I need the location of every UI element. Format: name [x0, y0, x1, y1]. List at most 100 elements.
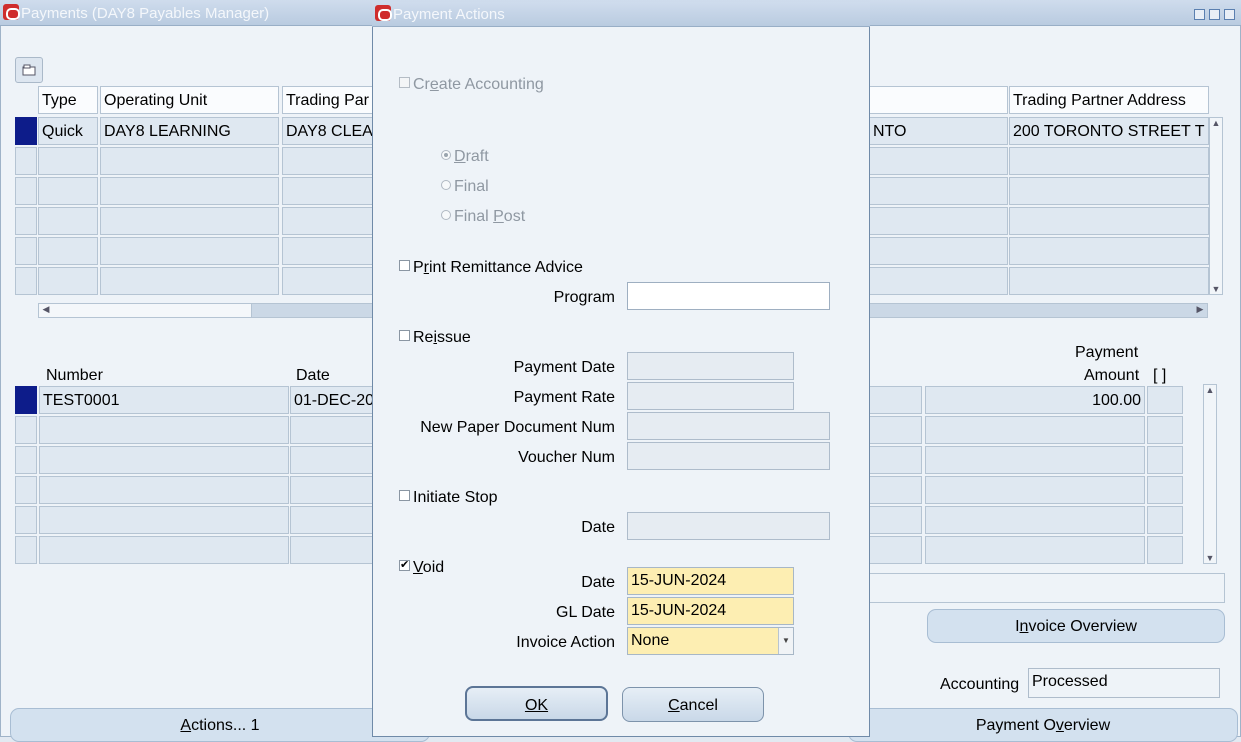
table-cell[interactable]: [282, 267, 373, 295]
row-indicator[interactable]: [15, 506, 37, 534]
table-cell[interactable]: [282, 147, 373, 175]
table-cell[interactable]: [869, 267, 1008, 295]
table-cell[interactable]: [869, 446, 922, 474]
table-cell[interactable]: [925, 416, 1145, 444]
table-cell[interactable]: [282, 237, 373, 265]
top-table-vertical-scrollbar[interactable]: ▲ ▼: [1209, 117, 1223, 295]
table-cell[interactable]: [100, 237, 279, 265]
void-checkbox[interactable]: [399, 558, 410, 571]
table-cell[interactable]: [925, 536, 1145, 564]
minimize-icon[interactable]: [1194, 9, 1205, 20]
table-cell[interactable]: [1147, 386, 1183, 414]
table-cell[interactable]: [282, 207, 373, 235]
table-cell[interactable]: [38, 237, 98, 265]
table-cell[interactable]: [38, 267, 98, 295]
initiate-stop-checkbox[interactable]: [399, 490, 410, 501]
table-cell[interactable]: [38, 147, 98, 175]
row-indicator[interactable]: [15, 476, 37, 504]
folder-tools-button[interactable]: [15, 57, 43, 83]
table-cell[interactable]: [100, 267, 279, 295]
row-indicator[interactable]: [15, 177, 37, 205]
table-cell[interactable]: [925, 506, 1145, 534]
payment-rate-field[interactable]: [627, 382, 794, 410]
close-icon[interactable]: [1224, 9, 1235, 20]
row-indicator[interactable]: [15, 147, 37, 175]
table-cell[interactable]: [39, 536, 289, 564]
row-indicator-current[interactable]: [15, 117, 37, 145]
row-indicator[interactable]: [15, 237, 37, 265]
table-cell[interactable]: [1147, 476, 1183, 504]
cell-trading-partner-address[interactable]: 200 TORONTO STREET T: [1009, 117, 1209, 145]
table-cell[interactable]: [290, 476, 373, 504]
create-accounting-checkbox[interactable]: [399, 77, 410, 88]
col-header-descriptive-flex[interactable]: [ ]: [1153, 367, 1166, 385]
invoice-overview-button[interactable]: Invoice Overview: [927, 609, 1225, 643]
table-cell[interactable]: [290, 506, 373, 534]
table-cell[interactable]: [100, 207, 279, 235]
bottom-table-vertical-scrollbar[interactable]: ▲ ▼: [1203, 384, 1217, 564]
cell-partner-site[interactable]: NTO: [869, 117, 1008, 145]
accounting-status-field[interactable]: Processed: [1028, 668, 1220, 698]
scroll-up-arrow-icon[interactable]: ▲: [1210, 118, 1222, 128]
table-cell[interactable]: [100, 177, 279, 205]
table-cell[interactable]: [869, 207, 1008, 235]
table-cell[interactable]: [290, 536, 373, 564]
table-cell[interactable]: [869, 536, 922, 564]
scroll-thumb[interactable]: [39, 304, 252, 317]
table-cell[interactable]: [869, 506, 922, 534]
table-cell[interactable]: [1009, 237, 1209, 265]
table-cell[interactable]: [869, 416, 922, 444]
row-indicator[interactable]: [15, 267, 37, 295]
scroll-left-arrow-icon[interactable]: ◀: [40, 304, 52, 315]
row-indicator[interactable]: [15, 207, 37, 235]
final-post-radio[interactable]: [441, 210, 451, 220]
table-cell[interactable]: [1147, 536, 1183, 564]
row-indicator[interactable]: [15, 416, 37, 444]
table-cell[interactable]: [1009, 207, 1209, 235]
table-cell[interactable]: [39, 476, 289, 504]
description-field[interactable]: [869, 573, 1225, 603]
table-cell[interactable]: [925, 446, 1145, 474]
table-cell[interactable]: [282, 177, 373, 205]
reissue-checkbox[interactable]: [399, 330, 410, 341]
voucher-num-field[interactable]: [627, 442, 830, 470]
table-cell[interactable]: [1147, 446, 1183, 474]
maximize-icon[interactable]: [1209, 9, 1220, 20]
table-cell[interactable]: [1009, 147, 1209, 175]
table-cell[interactable]: [1147, 416, 1183, 444]
print-remittance-checkbox[interactable]: [399, 260, 410, 271]
stop-date-field[interactable]: [627, 512, 830, 540]
scroll-up-arrow-icon[interactable]: ▲: [1204, 385, 1216, 395]
program-input[interactable]: [627, 282, 830, 310]
cell-operating-unit[interactable]: DAY8 LEARNING: [100, 117, 279, 145]
new-paper-doc-field[interactable]: [627, 412, 830, 440]
table-cell[interactable]: [869, 177, 1008, 205]
scroll-down-arrow-icon[interactable]: ▼: [1210, 284, 1222, 294]
scroll-right-arrow-icon[interactable]: ▶: [1194, 304, 1206, 315]
table-cell[interactable]: [1147, 506, 1183, 534]
table-cell[interactable]: [39, 506, 289, 534]
cell-trading-partner[interactable]: DAY8 CLEA: [282, 117, 373, 145]
table-cell[interactable]: [869, 386, 922, 414]
draft-radio[interactable]: [441, 150, 451, 160]
table-cell[interactable]: [39, 416, 289, 444]
table-cell[interactable]: [100, 147, 279, 175]
gl-date-field[interactable]: 15-JUN-2024: [627, 597, 794, 625]
cell-payment-amount[interactable]: 100.00: [925, 386, 1145, 414]
table-cell[interactable]: [869, 237, 1008, 265]
scroll-down-arrow-icon[interactable]: ▼: [1204, 553, 1216, 563]
cell-payment-number[interactable]: TEST0001: [39, 386, 289, 414]
cell-type[interactable]: Quick: [38, 117, 98, 145]
table-cell[interactable]: [925, 476, 1145, 504]
payment-date-field[interactable]: [627, 352, 794, 380]
table-cell[interactable]: [39, 446, 289, 474]
table-cell[interactable]: [869, 147, 1008, 175]
table-cell[interactable]: [290, 446, 373, 474]
table-cell[interactable]: [1009, 267, 1209, 295]
table-cell[interactable]: [290, 416, 373, 444]
dropdown-arrow-icon[interactable]: ▼: [778, 628, 793, 654]
row-indicator[interactable]: [15, 536, 37, 564]
table-cell[interactable]: [38, 207, 98, 235]
cell-payment-date[interactable]: 01-DEC-20: [290, 386, 373, 414]
table-cell[interactable]: [869, 476, 922, 504]
